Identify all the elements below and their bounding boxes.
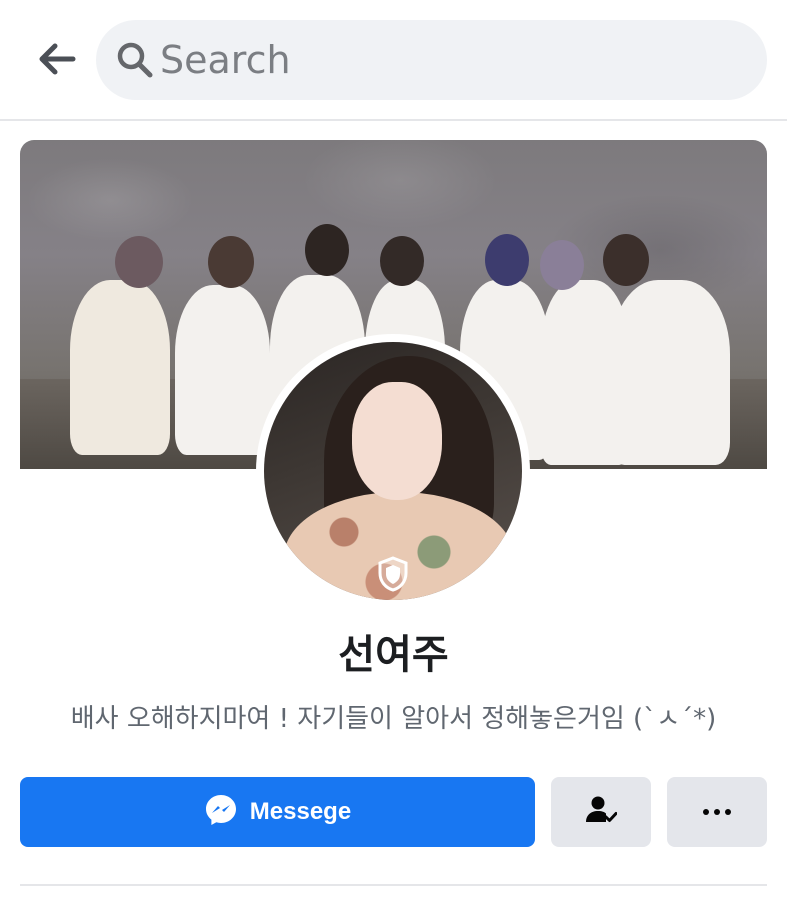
cover-figure-head (603, 234, 649, 286)
cover-figure-head (540, 240, 584, 290)
profile-bio: 배사 오해하지마여 ! 자기들이 알아서 정해놓은거임 (`ㅅ´*) (70, 704, 717, 734)
profile-guard-shield-icon (375, 554, 411, 594)
friend-check-icon (585, 795, 618, 829)
message-button-label: Messege (249, 798, 352, 825)
cover-figure-head (305, 224, 349, 276)
messenger-icon (204, 793, 238, 831)
profile-avatar[interactable] (256, 334, 530, 608)
top-bar: Search (0, 0, 787, 120)
more-options-button[interactable] (667, 777, 767, 847)
search-placeholder: Search (160, 38, 291, 82)
arrow-left-icon (37, 42, 77, 80)
cover-figure-head (115, 236, 163, 288)
top-divider (0, 119, 787, 121)
cover-figure (175, 285, 270, 455)
friend-status-button[interactable] (551, 777, 651, 847)
cover-figure-head (380, 236, 424, 286)
search-icon (116, 41, 154, 79)
cover-figure-head (208, 236, 254, 288)
avatar-face (352, 382, 442, 500)
back-button[interactable] (34, 40, 80, 82)
message-button[interactable]: Messege (20, 777, 535, 847)
bottom-divider (20, 884, 767, 886)
profile-name: 선여주 (338, 632, 449, 678)
more-dots-icon (701, 809, 734, 815)
cover-figure (70, 280, 170, 455)
cover-figure-head (485, 234, 529, 286)
cover-figure (610, 280, 730, 465)
avatar-photo (264, 342, 522, 600)
search-input[interactable]: Search (96, 20, 767, 100)
profile-screen: Search 선여주 배사 오해하지마여 ! 자기들이 알아서 정해놓은거임 (… (0, 0, 787, 903)
